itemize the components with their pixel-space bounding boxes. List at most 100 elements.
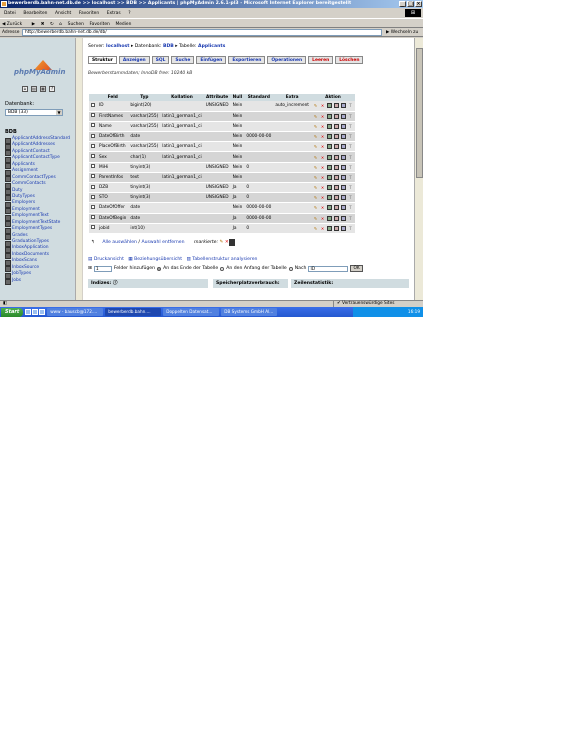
- menu-edit[interactable]: Bearbeiten: [23, 11, 47, 16]
- fulltext-icon[interactable]: T: [348, 134, 353, 139]
- taskbar-item-ssh[interactable]: www - bauscb@172....: [47, 308, 104, 316]
- back-button[interactable]: ◀ Zurück: [2, 22, 26, 27]
- fulltext-icon[interactable]: T: [348, 155, 353, 160]
- taskbar-item-ie[interactable]: bewerberdb.bahn....: [105, 308, 162, 316]
- primary-key-icon[interactable]: [327, 154, 332, 160]
- analyze-link[interactable]: Tabellenstruktur analysieren: [192, 257, 257, 262]
- favorites-button[interactable]: Favoriten: [90, 22, 110, 27]
- edit-icon[interactable]: ✎: [220, 240, 224, 245]
- tab-leeren[interactable]: Leeren: [308, 56, 334, 64]
- menu-view[interactable]: Ansicht: [55, 11, 71, 16]
- index-icon[interactable]: [334, 154, 339, 160]
- delete-icon[interactable]: ✕: [320, 103, 325, 108]
- unique-icon[interactable]: [341, 195, 346, 201]
- unique-icon[interactable]: [341, 154, 346, 160]
- delete-icon[interactable]: ✕: [320, 144, 325, 149]
- field-name[interactable]: PlaceOfBirth: [97, 141, 129, 153]
- unique-icon[interactable]: [341, 103, 346, 109]
- add-field-count[interactable]: 1: [93, 265, 112, 272]
- tab-loeschen[interactable]: Löschen: [335, 56, 364, 64]
- unique-icon[interactable]: [341, 164, 346, 170]
- fulltext-icon[interactable]: T: [348, 124, 353, 129]
- delete-icon[interactable]: ✕: [320, 205, 325, 210]
- select-all-link[interactable]: Alle auswählen: [102, 240, 137, 245]
- start-button[interactable]: Start: [1, 307, 24, 317]
- tab-anzeigen[interactable]: Anzeigen: [118, 56, 150, 64]
- ok-button[interactable]: OK: [350, 265, 363, 272]
- media-button[interactable]: Medien: [115, 22, 131, 27]
- unique-icon[interactable]: [341, 215, 346, 221]
- docs-icon[interactable]: ?: [49, 86, 55, 92]
- delete-icon[interactable]: ✕: [320, 226, 325, 231]
- query-window-icon[interactable]: ▤: [31, 86, 37, 92]
- edit-icon[interactable]: ✎: [313, 114, 318, 119]
- field-name[interactable]: MiHi: [97, 162, 129, 173]
- forward-icon[interactable]: ▶: [32, 22, 35, 27]
- edit-icon[interactable]: ✎: [313, 165, 318, 170]
- scroll-thumb[interactable]: [416, 48, 423, 178]
- unique-icon[interactable]: [341, 134, 346, 140]
- row-checkbox[interactable]: [89, 182, 97, 194]
- row-checkbox[interactable]: [89, 213, 97, 224]
- row-checkbox[interactable]: [89, 131, 97, 143]
- unique-icon[interactable]: [341, 144, 346, 150]
- row-checkbox[interactable]: [89, 172, 97, 184]
- address-input[interactable]: http://bewerberdb.bahn-net.db.de/db/: [22, 29, 382, 36]
- crumb-table[interactable]: Applicants: [198, 44, 225, 49]
- field-name[interactable]: DZB: [97, 182, 129, 194]
- index-icon[interactable]: [334, 134, 339, 140]
- table-list-item[interactable]: Jobs: [5, 278, 81, 286]
- primary-key-icon[interactable]: [327, 225, 332, 231]
- unique-icon[interactable]: [232, 239, 235, 246]
- fulltext-icon[interactable]: T: [348, 195, 353, 200]
- edit-icon[interactable]: ✎: [313, 205, 318, 210]
- index-icon[interactable]: [334, 185, 339, 191]
- index-icon[interactable]: [334, 123, 339, 129]
- primary-key-icon[interactable]: [327, 185, 332, 191]
- after-field-select[interactable]: ID: [308, 265, 349, 272]
- edit-icon[interactable]: ✎: [313, 185, 318, 190]
- menu-tools[interactable]: Extras: [107, 11, 121, 16]
- relation-view-link[interactable]: Beziehungsübersicht: [134, 257, 182, 262]
- edit-icon[interactable]: ✎: [313, 103, 318, 108]
- fulltext-icon[interactable]: T: [348, 205, 353, 210]
- deselect-all-link[interactable]: Auswahl entfernen: [141, 240, 184, 245]
- phpmyadmin-logo[interactable]: phpMyAdmin: [12, 60, 65, 82]
- delete-icon[interactable]: ✕: [320, 175, 325, 180]
- fulltext-icon[interactable]: T: [348, 144, 353, 149]
- delete-icon[interactable]: ✕: [320, 195, 325, 200]
- home-icon[interactable]: ⌂: [22, 86, 28, 92]
- fulltext-icon[interactable]: T: [348, 103, 353, 108]
- unique-icon[interactable]: [341, 113, 346, 119]
- delete-icon[interactable]: ✕: [320, 155, 325, 160]
- field-name[interactable]: DateOfBegin: [97, 213, 129, 224]
- primary-key-icon[interactable]: [327, 205, 332, 211]
- index-icon[interactable]: [334, 113, 339, 119]
- edit-icon[interactable]: ✎: [313, 216, 318, 221]
- outlook-icon[interactable]: [39, 309, 46, 315]
- radio-after[interactable]: [288, 266, 293, 271]
- primary-key-icon[interactable]: [327, 215, 332, 221]
- fulltext-icon[interactable]: T: [348, 114, 353, 119]
- db-select[interactable]: BDB (33) ▼: [5, 109, 63, 116]
- primary-key-icon[interactable]: [327, 123, 332, 129]
- edit-icon[interactable]: ✎: [313, 175, 318, 180]
- fulltext-icon[interactable]: T: [348, 165, 353, 170]
- index-icon[interactable]: [334, 164, 339, 170]
- home-icon[interactable]: ⌂: [59, 22, 62, 27]
- field-name[interactable]: jobid: [97, 223, 129, 234]
- search-button[interactable]: Suchen: [68, 22, 84, 27]
- fulltext-icon[interactable]: T: [348, 175, 353, 180]
- row-checkbox[interactable]: [89, 151, 97, 163]
- edit-icon[interactable]: ✎: [313, 226, 318, 231]
- index-icon[interactable]: [334, 103, 339, 109]
- delete-icon[interactable]: ✕: [320, 114, 325, 119]
- row-checkbox[interactable]: [89, 101, 97, 112]
- field-name[interactable]: Name: [97, 121, 129, 133]
- desktop-icon[interactable]: [25, 309, 32, 315]
- field-name[interactable]: STO: [97, 192, 129, 204]
- fulltext-icon[interactable]: T: [348, 185, 353, 190]
- edit-icon[interactable]: ✎: [313, 195, 318, 200]
- unique-icon[interactable]: [341, 185, 346, 191]
- close-button[interactable]: ×: [415, 1, 422, 7]
